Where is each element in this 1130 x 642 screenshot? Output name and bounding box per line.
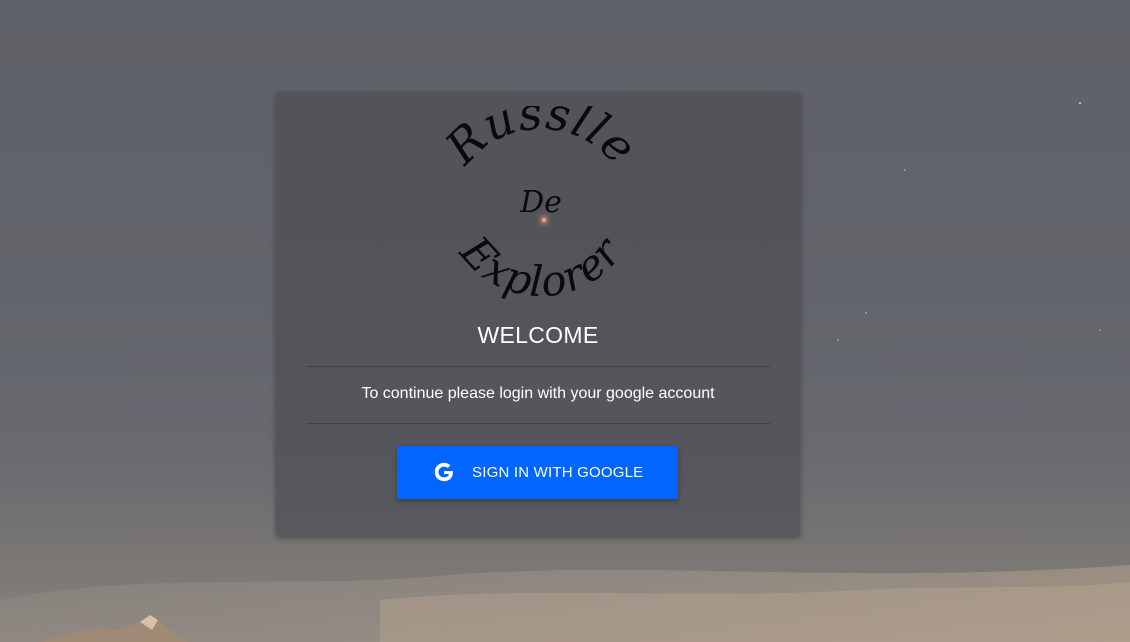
login-instruction: To continue please login with your googl… <box>361 385 715 402</box>
logo-center-text: De <box>519 185 562 220</box>
brand-logo: Russlle De Explorer <box>434 106 648 306</box>
login-card: Russlle De Explorer WELCOME To continue … <box>276 92 800 536</box>
sign-in-button-label: SIGN IN WITH GOOGLE <box>472 464 644 481</box>
sign-in-with-google-button[interactable]: SIGN IN WITH GOOGLE <box>397 446 678 499</box>
welcome-title: WELCOME <box>477 322 599 348</box>
google-g-icon <box>434 462 453 482</box>
divider-bottom <box>306 423 770 424</box>
logo-top-text: Russlle <box>434 106 648 175</box>
divider-top <box>306 366 770 367</box>
logo-bottom-text: Explorer <box>450 226 632 306</box>
